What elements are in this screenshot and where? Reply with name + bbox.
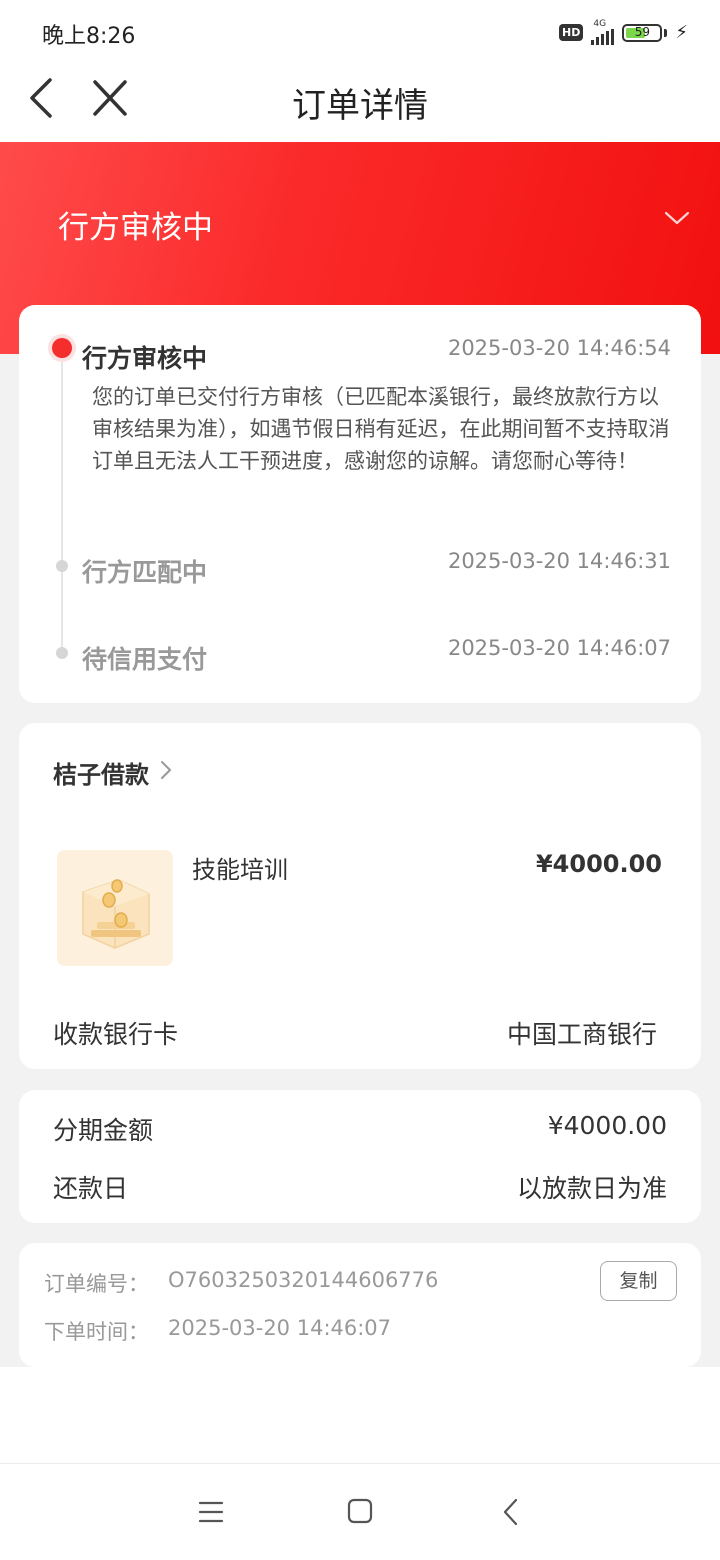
bank-card-value: 中国工商银行 bbox=[506, 1020, 657, 1049]
system-back-icon[interactable] bbox=[494, 1496, 530, 1528]
installment-amount-value: ¥4000.00 bbox=[547, 1111, 667, 1140]
page-title: 订单详情 bbox=[292, 86, 428, 126]
timeline-dot bbox=[56, 560, 68, 572]
repayment-day-value: 以放款日为准 bbox=[516, 1174, 667, 1203]
timeline-step-time: 2025-03-20 14:46:31 bbox=[447, 549, 671, 573]
nav-bar: 订单详情 bbox=[0, 64, 720, 142]
status-icons: HD 4G 59 ⚡ bbox=[559, 20, 688, 45]
system-nav-divider bbox=[0, 1463, 720, 1464]
hd-icon: HD bbox=[559, 24, 584, 41]
loan-provider-link[interactable]: 桔子借款 bbox=[53, 755, 149, 790]
timeline-dot bbox=[56, 647, 68, 659]
product-thumbnail bbox=[57, 850, 173, 966]
chevron-right-icon[interactable] bbox=[159, 759, 173, 781]
product-name: 技能培训 bbox=[192, 856, 288, 884]
menu-icon[interactable] bbox=[192, 1496, 228, 1528]
timeline-dot-active bbox=[52, 338, 72, 358]
bank-card-label: 收款银行卡 bbox=[53, 1020, 179, 1049]
network-type: 4G bbox=[593, 19, 607, 29]
timeline-step-description: 您的订单已交付行方审核（已匹配本溪银行，最终放款行方以审核结果为准），如遇节假日… bbox=[92, 385, 670, 473]
home-icon[interactable] bbox=[342, 1496, 378, 1528]
order-time-label: 下单时间： bbox=[44, 1320, 149, 1344]
order-status-title: 行方审核中 bbox=[58, 210, 213, 246]
timeline-line bbox=[61, 353, 63, 653]
signal-icon: 4G bbox=[591, 19, 615, 45]
progress-timeline-card: 行方审核中 2025-03-20 14:46:54 您的订单已交付行方审核（已匹… bbox=[19, 305, 701, 703]
copy-button[interactable]: 复制 bbox=[600, 1261, 677, 1301]
battery-level: 59 bbox=[634, 24, 650, 39]
timeline-step-title: 行方审核中 bbox=[82, 344, 208, 373]
loan-product-card: 桔子借款 技能培训 ¥4000.00 收款银行卡 中国工商银行 bbox=[19, 723, 701, 1069]
repayment-day-label: 还款日 bbox=[53, 1174, 129, 1203]
timeline-step-time: 2025-03-20 14:46:54 bbox=[447, 336, 671, 360]
installment-amount-label: 分期金额 bbox=[53, 1116, 154, 1145]
timeline-step-title: 待信用支付 bbox=[82, 645, 208, 674]
product-price: ¥4000.00 bbox=[535, 850, 662, 878]
installment-card: 分期金额 ¥4000.00 还款日 以放款日为准 bbox=[19, 1090, 701, 1223]
coin-box-icon bbox=[57, 850, 173, 966]
status-bar: 晚上8:26 HD 4G 59 ⚡ bbox=[0, 0, 720, 64]
order-number-value: O760325032014460677​6 bbox=[168, 1268, 439, 1292]
charging-icon: ⚡ bbox=[675, 22, 688, 43]
order-time-value: 2025-03-20 14:46:07 bbox=[168, 1316, 392, 1340]
order-number-label: 订单编号： bbox=[44, 1272, 149, 1296]
battery-icon: 59 bbox=[622, 23, 663, 42]
status-time: 晚上8:26 bbox=[42, 24, 136, 49]
order-info-card: 订单编号： O760325032014460677​6 复制 下单时间： 202… bbox=[19, 1243, 701, 1367]
timeline-step-time: 2025-03-20 14:46:07 bbox=[447, 636, 671, 660]
timeline-step-title: 行方匹配中 bbox=[82, 558, 208, 587]
battery-cap bbox=[664, 28, 668, 37]
chevron-down-icon[interactable] bbox=[664, 210, 690, 226]
